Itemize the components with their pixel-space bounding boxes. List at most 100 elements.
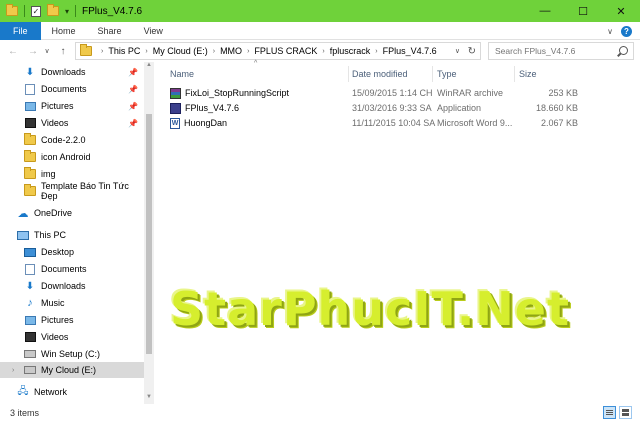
breadcrumb-fplus-v476[interactable]: FPlus_V4.7.6 (383, 46, 437, 56)
qat-dropdown-icon[interactable]: ▾ (65, 7, 69, 16)
sidebar-item-pictures[interactable]: Pictures 📌 (0, 98, 144, 114)
column-divider[interactable] (432, 66, 433, 82)
sidebar-item-network[interactable]: 🖧 Network (0, 384, 144, 400)
sidebar-item-label: Videos (41, 332, 69, 342)
search-box[interactable] (488, 42, 634, 60)
breadcrumb-fplus-crack[interactable]: FPLUS CRACK (254, 46, 317, 56)
column-divider[interactable] (514, 66, 515, 82)
sidebar-item-win-setup[interactable]: Win Setup (C:) (0, 346, 144, 362)
folder-icon (80, 44, 92, 56)
breadcrumb-separator[interactable]: › (375, 48, 377, 55)
sidebar-item-desktop[interactable]: Desktop (0, 244, 144, 260)
breadcrumb-separator[interactable]: › (145, 48, 147, 55)
breadcrumb-separator[interactable]: › (247, 48, 249, 55)
help-icon[interactable]: ? (621, 25, 632, 37)
word-doc-icon: W (170, 117, 180, 129)
desktop-icon (24, 246, 36, 258)
sidebar-item-code-2-2-0[interactable]: Code-2.2.0 (0, 132, 144, 148)
breadcrumb-my-cloud[interactable]: My Cloud (E:) (153, 46, 208, 56)
sidebar-item-pc-videos[interactable]: Videos (0, 329, 144, 345)
folder-icon (24, 150, 36, 163)
sidebar-item-icon-android[interactable]: icon Android (0, 149, 144, 165)
videos-icon (24, 331, 36, 343)
scroll-down-icon[interactable]: ▼ (144, 394, 154, 404)
sidebar-item-pc-downloads[interactable]: ⬇ Downloads (0, 278, 144, 294)
minimize-button[interactable]: — (526, 0, 564, 22)
tab-view[interactable]: View (133, 22, 174, 40)
window-title: FPlus_V4.7.6 (82, 5, 143, 17)
computer-icon (17, 229, 29, 241)
folder-icon (24, 133, 36, 146)
sidebar-item-img[interactable]: img (0, 166, 144, 182)
details-view-button[interactable] (603, 406, 616, 419)
qat-divider (24, 5, 25, 17)
sidebar-item-label: My Cloud (E:) (41, 365, 97, 375)
navigation-bar: ← → ∨ ↑ › This PC › My Cloud (E:) › MMO … (0, 40, 640, 62)
address-dropdown-icon[interactable]: ∨ (455, 47, 460, 55)
documents-icon (24, 83, 36, 95)
sidebar-item-music[interactable]: ♪ Music (0, 295, 144, 311)
breadcrumb-mmo[interactable]: MMO (220, 46, 242, 56)
file-size: 253 KB (548, 88, 578, 98)
navigation-pane-scrollbar[interactable]: ▲ ▼ (144, 62, 154, 404)
close-button[interactable]: ✕ (602, 0, 640, 22)
address-bar[interactable]: › This PC › My Cloud (E:) › MMO › FPLUS … (75, 42, 481, 60)
file-size: 2.067 KB (540, 118, 578, 128)
drive-icon (24, 364, 36, 376)
back-button[interactable]: ← (6, 46, 20, 57)
sidebar-item-pc-documents[interactable]: Documents (0, 261, 144, 277)
column-header-size[interactable]: Size (519, 66, 571, 82)
file-row[interactable]: W HuongDan 11/11/2015 10:04 SA Microsoft… (168, 116, 578, 130)
music-icon: ♪ (27, 297, 33, 309)
sidebar-item-my-cloud[interactable]: › My Cloud (E:) (0, 362, 144, 378)
sidebar-item-label: Documents (41, 84, 87, 94)
refresh-icon[interactable]: ↻ (468, 46, 476, 57)
properties-icon[interactable]: ✓ (31, 5, 41, 17)
search-icon[interactable] (619, 46, 628, 55)
column-header-date[interactable]: Date modified (352, 66, 438, 82)
sidebar-item-label: This PC (34, 230, 67, 240)
up-button[interactable]: ↑ (56, 46, 70, 57)
sidebar-item-videos[interactable]: Videos 📌 (0, 115, 144, 131)
quick-access-toolbar: ✓ ▾ (0, 0, 77, 22)
file-row[interactable]: FPlus_V4.7.6 31/03/2016 9:33 SA Applicat… (168, 101, 578, 115)
sidebar-item-template[interactable]: Template Báo Tin Tức Đẹp (0, 181, 144, 201)
large-icons-view-button[interactable] (619, 406, 632, 419)
sidebar-item-downloads[interactable]: ⬇ Downloads 📌 (0, 64, 144, 80)
breadcrumb-this-pc[interactable]: This PC (108, 46, 140, 56)
sidebar-item-documents[interactable]: Documents 📌 (0, 81, 144, 97)
file-name: FPlus_V4.7.6 (185, 103, 240, 113)
tab-home[interactable]: Home (41, 22, 87, 40)
sidebar-item-label: Downloads (41, 67, 86, 77)
column-header-name[interactable]: Name (170, 66, 346, 82)
scrollbar-thumb[interactable] (146, 114, 152, 354)
tab-file[interactable]: File (0, 21, 41, 40)
sidebar-item-this-pc[interactable]: This PC (0, 227, 144, 243)
breadcrumb-fpluscrack[interactable]: fpluscrack (330, 46, 371, 56)
breadcrumb-separator[interactable]: › (322, 48, 324, 55)
column-divider[interactable] (348, 66, 349, 82)
breadcrumb-separator[interactable]: › (213, 48, 215, 55)
sidebar-item-label: Desktop (41, 247, 75, 257)
scroll-up-icon[interactable]: ▲ (144, 62, 154, 72)
sidebar-item-label: OneDrive (34, 208, 73, 218)
new-folder-icon[interactable] (47, 4, 59, 16)
file-list: ^ Name Date modified Type Size FixLoi_St… (158, 60, 640, 404)
file-type: WinRAR archive (437, 88, 504, 98)
expand-ribbon-icon[interactable]: ∨ (607, 27, 613, 36)
forward-button[interactable]: → (26, 46, 40, 57)
expand-icon[interactable]: › (12, 367, 14, 374)
window-controls: — ☐ ✕ (526, 0, 640, 22)
sidebar-item-label: Music (41, 298, 65, 308)
recent-locations-button[interactable]: ∨ (40, 47, 54, 55)
file-row[interactable]: FixLoi_StopRunningScript 15/09/2015 1:14… (168, 86, 578, 100)
maximize-button[interactable]: ☐ (564, 0, 602, 22)
pin-icon: 📌 (128, 101, 138, 111)
file-name: HuongDan (184, 118, 228, 128)
file-type: Microsoft Word 9... (437, 118, 513, 128)
search-input[interactable] (495, 46, 615, 56)
column-header-type[interactable]: Type (437, 66, 515, 82)
sidebar-item-onedrive[interactable]: ☁ OneDrive (0, 205, 144, 221)
tab-share[interactable]: Share (87, 22, 133, 40)
sidebar-item-pc-pictures[interactable]: Pictures (0, 312, 144, 328)
